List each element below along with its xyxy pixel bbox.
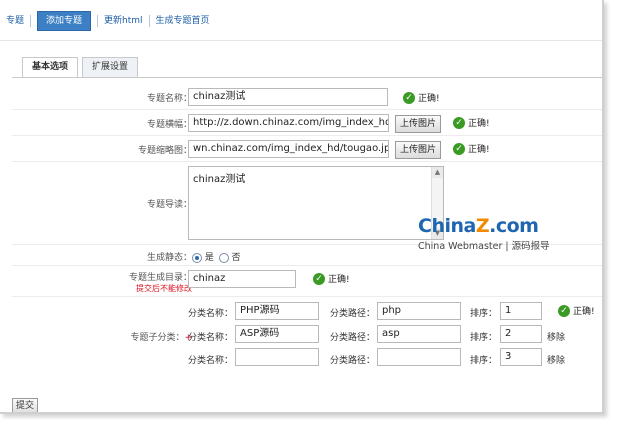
topic-intro-label: 专题导读： — [146, 200, 192, 210]
row-topic-banner: 专题横幅： http://z.down.chinaz.com/img_index… — [12, 111, 602, 136]
logo-brand: ChinaZ.com — [418, 215, 539, 237]
nav-topics[interactable]: 专题 — [0, 12, 30, 30]
topic-intro-textarea[interactable]: chinaz测试 ▲ ▼ — [188, 166, 444, 240]
check-icon: ✓ — [558, 304, 570, 317]
nav-update-html[interactable]: 更新html — [98, 12, 149, 30]
topic-banner-label: 专题横幅： — [146, 120, 192, 130]
submit-button[interactable]: 提交 — [12, 398, 39, 412]
sort-label: 排序： — [470, 356, 498, 366]
topic-banner-ok: ✓ 正确! — [453, 116, 490, 129]
cat-name-label: 分类名称： — [188, 333, 234, 343]
sub-categories-label: 专题子分类：+ — [130, 333, 192, 343]
output-dir-label: 专题生成目录： — [128, 273, 192, 283]
cat-path-label: 分类路径： — [330, 356, 376, 366]
topic-name-label: 专题名称： — [146, 94, 192, 104]
logo-subtitle: China Webmaster | 源码报导 — [418, 241, 550, 252]
subcat-3-name-input[interactable] — [235, 348, 319, 366]
topic-thumbnail-ok: ✓ 正确! — [453, 142, 490, 155]
subcat-2-name-input[interactable]: ASP源码 — [235, 325, 319, 343]
subcat-3-remove-link[interactable]: 移除 — [547, 353, 565, 366]
cat-name-label: 分类名称： — [188, 309, 234, 319]
subcat-1-ok: ✓ 正确! — [558, 304, 595, 317]
output-dir-input[interactable]: chinaz — [188, 270, 296, 288]
cat-path-label: 分类路径： — [330, 309, 376, 319]
scroll-up-icon[interactable]: ▲ — [432, 167, 443, 178]
subcat-1-sort-input[interactable]: 1 — [500, 302, 542, 320]
topic-thumbnail-label: 专题缩略图： — [137, 146, 192, 156]
subcat-1-name-input[interactable]: PHP源码 — [235, 302, 319, 320]
tab-basic-options[interactable]: 基本选项 — [22, 57, 79, 78]
chinaz-logo: ChinaZ.com China Webmaster | 源码报导 — [418, 215, 550, 252]
check-icon: ✓ — [313, 272, 325, 285]
tab-bar: 基本选项 扩展设置 — [22, 57, 142, 78]
banner-upload-button[interactable]: 上传图片 — [395, 115, 442, 133]
subcat-1-path-input[interactable]: php — [377, 302, 461, 320]
subcat-2-sort-input[interactable]: 2 — [500, 325, 542, 343]
row-sub-categories: 专题子分类：+ 分类名称： PHP源码 分类路径： php 排序： 1 ✓ 正确!… — [12, 298, 602, 370]
sort-label: 排序： — [470, 309, 498, 319]
static-yes-radio[interactable] — [192, 252, 202, 263]
thumbnail-upload-button[interactable]: 上传图片 — [395, 141, 442, 159]
cat-path-label: 分类路径： — [330, 333, 376, 343]
subcat-3-sort-input[interactable]: 3 — [500, 348, 542, 366]
topic-banner-input[interactable]: http://z.down.chinaz.com/img_index_hd — [188, 114, 389, 132]
nav-add-topic[interactable]: 添加专题 — [37, 11, 92, 31]
topic-name-ok: ✓ 正确! — [403, 91, 440, 104]
subcat-2-remove-link[interactable]: 移除 — [547, 330, 565, 343]
subcat-3-path-input[interactable] — [377, 348, 461, 366]
topic-thumbnail-input[interactable]: wn.chinaz.com/img_index_hd/tougao.jpg — [188, 140, 389, 158]
check-icon: ✓ — [403, 91, 415, 104]
nav-generate-homepage[interactable]: 生成专题首页 — [150, 12, 216, 30]
sort-label: 排序： — [470, 333, 498, 343]
static-radio-group: 是 否 — [192, 250, 241, 263]
check-icon: ✓ — [453, 116, 465, 129]
row-topic-thumbnail: 专题缩略图： wn.chinaz.com/img_index_hd/tougao… — [12, 137, 602, 162]
row-topic-name: 专题名称： chinaz测试 ✓ 正确! — [12, 85, 602, 110]
static-no-radio[interactable] — [218, 252, 229, 263]
subcat-2-path-input[interactable]: asp — [377, 325, 461, 343]
divider — [0, 40, 602, 41]
topic-name-input[interactable]: chinaz测试 — [188, 88, 388, 106]
output-dir-note: 提交后不能修改 — [136, 284, 192, 293]
nav-separator — [30, 15, 32, 27]
check-icon: ✓ — [453, 142, 465, 155]
static-yes-label: 是 — [204, 253, 214, 263]
window: 专题 添加专题 更新html 生成专题首页 基本选项 扩展设置 专题名称： ch… — [0, 0, 604, 414]
tab-extended-settings[interactable]: 扩展设置 — [82, 57, 139, 77]
row-output-dir: 专题生成目录： 提交后不能修改 chinaz ✓ 正确! — [12, 267, 602, 297]
top-nav: 专题 添加专题 更新html 生成专题首页 — [0, 11, 216, 31]
output-dir-ok: ✓ 正确! — [313, 272, 350, 285]
generate-static-label: 生成静态： — [146, 253, 192, 263]
static-no-label: 否 — [231, 253, 241, 263]
cat-name-label: 分类名称： — [188, 356, 234, 366]
